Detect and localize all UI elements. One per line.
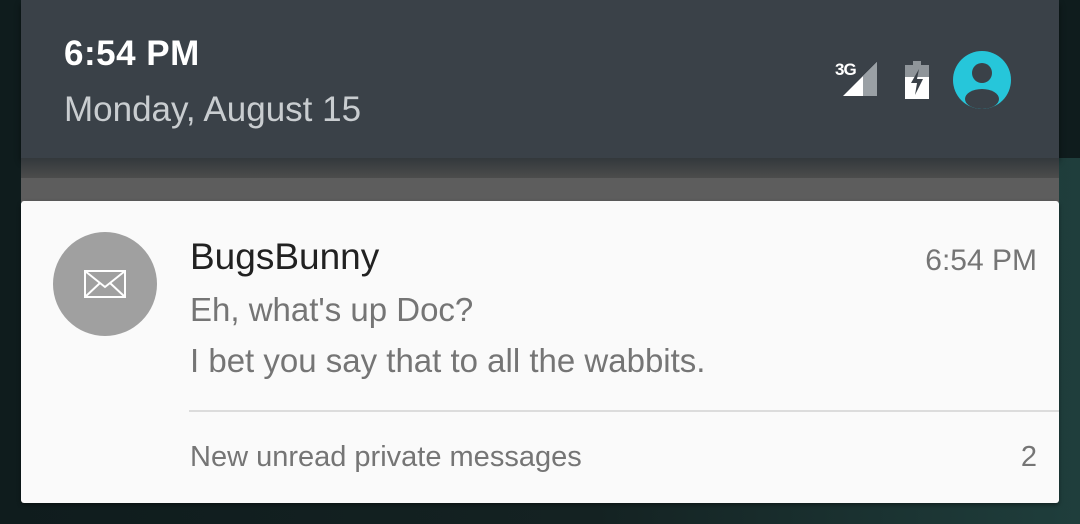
divider bbox=[189, 410, 1059, 412]
clock: 6:54 PM bbox=[64, 34, 200, 73]
notification-time: 6:54 PM bbox=[925, 244, 1037, 277]
user-avatar-icon[interactable] bbox=[953, 51, 1011, 109]
message-count: 2 bbox=[1020, 441, 1037, 473]
envelope-icon bbox=[53, 232, 157, 336]
message-line: I bet you say that to all the wabbits. bbox=[190, 342, 706, 379]
network-type-label: 3G bbox=[835, 60, 857, 79]
date: Monday, August 15 bbox=[64, 90, 362, 129]
battery-charging-icon bbox=[905, 61, 929, 99]
notification-summary: New unread private messages bbox=[190, 441, 582, 473]
scrim bbox=[21, 178, 1059, 202]
header-shadow bbox=[21, 158, 1059, 178]
message-line: Eh, what's up Doc? bbox=[190, 291, 474, 328]
signal-3g-icon: 3G bbox=[835, 60, 883, 100]
quick-settings-header[interactable]: 6:54 PM Monday, August 15 3G bbox=[21, 0, 1059, 158]
notification-sender: BugsBunny bbox=[190, 236, 380, 277]
status-icons: 3G bbox=[835, 48, 1011, 112]
notification-card[interactable]: BugsBunny 6:54 PM Eh, what's up Doc? I b… bbox=[21, 201, 1059, 503]
